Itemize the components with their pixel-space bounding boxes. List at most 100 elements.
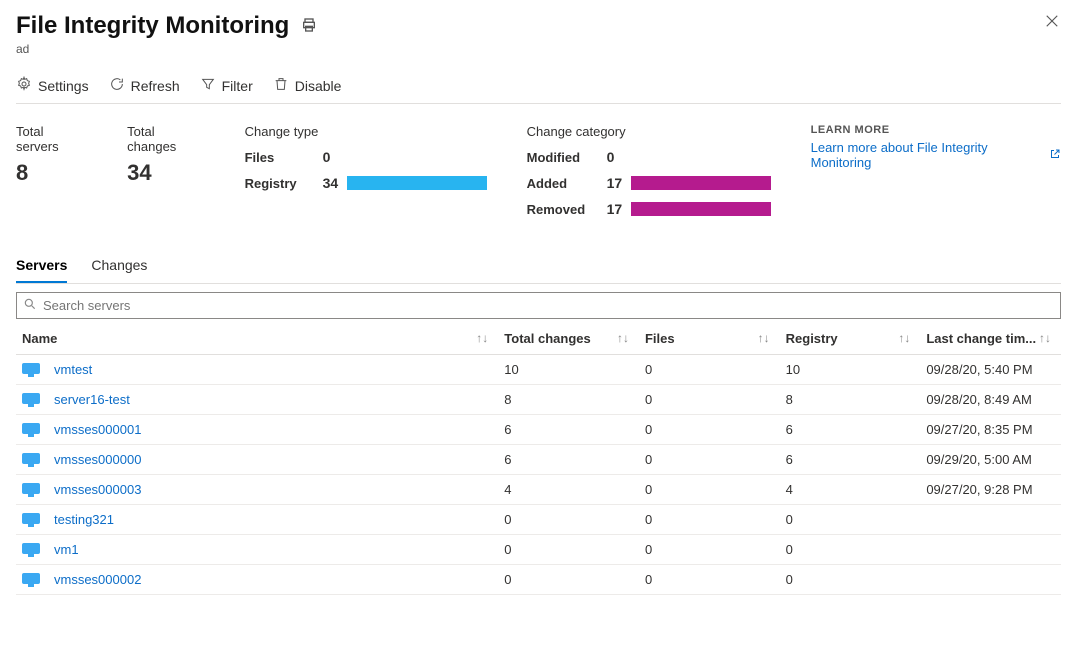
- total-changes-value: 34: [127, 160, 204, 186]
- total-servers-label: Total servers: [16, 124, 87, 154]
- change-type-row: Files 0: [245, 149, 487, 165]
- trash-icon: [273, 76, 289, 95]
- learn-more-link[interactable]: Learn more about File Integrity Monitori…: [811, 140, 1061, 170]
- change-category-bar: [631, 202, 771, 216]
- refresh-button[interactable]: Refresh: [109, 76, 180, 95]
- server-link[interactable]: vmsses000002: [54, 572, 141, 587]
- filter-button[interactable]: Filter: [200, 76, 253, 95]
- settings-label: Settings: [38, 78, 89, 94]
- cell-registry: 10: [780, 355, 921, 385]
- vm-icon: [22, 423, 40, 437]
- sort-icon: ↑↓: [1039, 331, 1053, 345]
- col-total-changes[interactable]: Total changes ↑↓: [498, 323, 639, 355]
- filter-icon: [200, 76, 216, 95]
- table-row[interactable]: testing321000: [16, 505, 1061, 535]
- change-category-value: 0: [607, 149, 631, 165]
- change-type-value: 0: [323, 149, 347, 165]
- change-category-value: 17: [607, 201, 631, 217]
- change-type-name: Files: [245, 150, 323, 165]
- cell-files: 0: [639, 385, 780, 415]
- server-link[interactable]: vmsses000001: [54, 422, 141, 437]
- cell-total-changes: 6: [498, 415, 639, 445]
- cell-registry: 6: [780, 445, 921, 475]
- cell-last-change: [920, 535, 1061, 565]
- close-icon[interactable]: [1043, 12, 1061, 33]
- cell-total-changes: 4: [498, 475, 639, 505]
- cell-registry: 0: [780, 505, 921, 535]
- sort-icon: ↑↓: [758, 331, 772, 345]
- refresh-icon: [109, 76, 125, 95]
- server-link[interactable]: vm1: [54, 542, 79, 557]
- table-row[interactable]: server16-test80809/28/20, 8:49 AM: [16, 385, 1061, 415]
- cell-files: 0: [639, 505, 780, 535]
- col-files[interactable]: Files ↑↓: [639, 323, 780, 355]
- change-category-row: Removed 17: [527, 201, 771, 217]
- cell-total-changes: 0: [498, 505, 639, 535]
- col-files-label: Files: [645, 331, 675, 346]
- search-input[interactable]: [43, 298, 1054, 313]
- cell-files: 0: [639, 565, 780, 595]
- total-changes-label: Total changes: [127, 124, 204, 154]
- cell-total-changes: 0: [498, 535, 639, 565]
- cell-files: 0: [639, 355, 780, 385]
- search-icon: [23, 297, 43, 314]
- col-last-change[interactable]: Last change tim...↑↓: [920, 323, 1061, 355]
- change-category-title: Change category: [527, 124, 771, 139]
- disable-button[interactable]: Disable: [273, 76, 342, 95]
- vm-icon: [22, 513, 40, 527]
- subtitle: ad: [16, 42, 317, 56]
- cell-files: 0: [639, 445, 780, 475]
- sort-icon: ↑↓: [617, 331, 631, 345]
- change-category-row: Added 17: [527, 175, 771, 191]
- tab-changes[interactable]: Changes: [91, 257, 147, 283]
- server-link[interactable]: server16-test: [54, 392, 130, 407]
- cell-last-change: 09/29/20, 5:00 AM: [920, 445, 1061, 475]
- table-row[interactable]: vmsses00000160609/27/20, 8:35 PM: [16, 415, 1061, 445]
- page-title: File Integrity Monitoring: [16, 12, 289, 40]
- table-row[interactable]: vm1000: [16, 535, 1061, 565]
- cell-registry: 4: [780, 475, 921, 505]
- change-type-bar: [347, 176, 487, 190]
- table-row[interactable]: vmtest1001009/28/20, 5:40 PM: [16, 355, 1061, 385]
- cell-total-changes: 6: [498, 445, 639, 475]
- server-link[interactable]: vmsses000000: [54, 452, 141, 467]
- print-icon[interactable]: [301, 17, 317, 36]
- cell-last-change: [920, 565, 1061, 595]
- vm-icon: [22, 543, 40, 557]
- cell-total-changes: 8: [498, 385, 639, 415]
- change-category-name: Modified: [527, 150, 607, 165]
- change-type-name: Registry: [245, 176, 323, 191]
- change-type-value: 34: [323, 175, 347, 191]
- change-category-row: Modified 0: [527, 149, 771, 165]
- cell-total-changes: 0: [498, 565, 639, 595]
- disable-label: Disable: [295, 78, 342, 94]
- cell-registry: 0: [780, 565, 921, 595]
- server-link[interactable]: vmsses000003: [54, 482, 141, 497]
- change-category-name: Added: [527, 176, 607, 191]
- cell-registry: 6: [780, 415, 921, 445]
- search-box[interactable]: [16, 292, 1061, 319]
- total-servers-value: 8: [16, 160, 87, 186]
- cell-total-changes: 10: [498, 355, 639, 385]
- cell-files: 0: [639, 415, 780, 445]
- col-reg-label: Registry: [786, 331, 838, 346]
- server-link[interactable]: vmtest: [54, 362, 92, 377]
- col-registry[interactable]: Registry↑↓: [780, 323, 921, 355]
- table-row[interactable]: vmsses000002000: [16, 565, 1061, 595]
- table-row[interactable]: vmsses00000340409/27/20, 9:28 PM: [16, 475, 1061, 505]
- vm-icon: [22, 393, 40, 407]
- cell-last-change: [920, 505, 1061, 535]
- settings-button[interactable]: Settings: [16, 76, 89, 95]
- learn-more-head: LEARN MORE: [811, 124, 1061, 136]
- cell-last-change: 09/28/20, 5:40 PM: [920, 355, 1061, 385]
- col-name[interactable]: Name↑↓: [16, 323, 498, 355]
- table-row[interactable]: vmsses00000060609/29/20, 5:00 AM: [16, 445, 1061, 475]
- cell-last-change: 09/28/20, 8:49 AM: [920, 385, 1061, 415]
- cell-registry: 0: [780, 535, 921, 565]
- change-type-row: Registry 34: [245, 175, 487, 191]
- server-link[interactable]: testing321: [54, 512, 114, 527]
- tab-servers[interactable]: Servers: [16, 257, 67, 283]
- tab-bar: Servers Changes: [16, 257, 1061, 284]
- col-tc-label: Total changes: [504, 331, 590, 346]
- change-category-bar: [631, 176, 771, 190]
